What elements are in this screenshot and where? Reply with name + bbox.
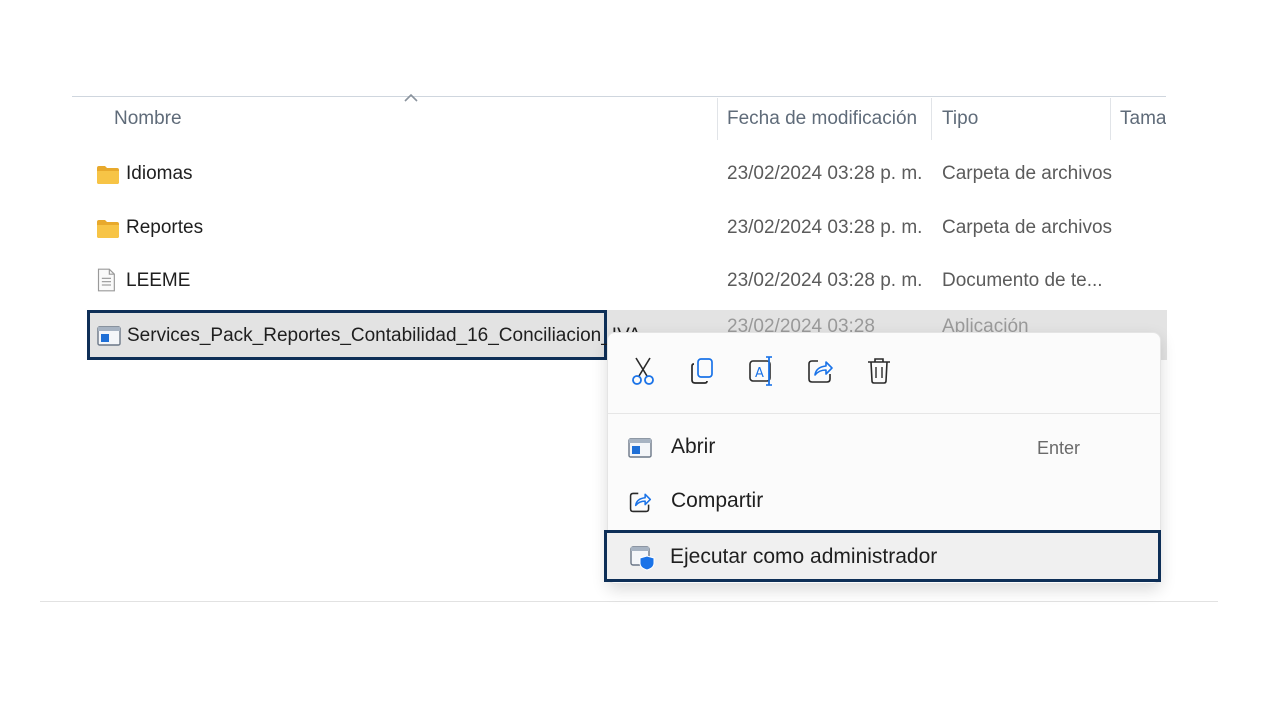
copy-button[interactable] <box>685 353 719 389</box>
rename-icon: A <box>749 356 772 386</box>
column-divider[interactable] <box>931 98 932 140</box>
file-name: Idiomas <box>126 163 193 184</box>
menu-item-open[interactable]: Abrir Enter <box>608 422 1160 474</box>
pane-divider <box>40 601 1218 602</box>
text-document-icon <box>97 268 115 292</box>
menu-item-label: Compartir <box>671 489 764 512</box>
trash-icon <box>868 358 890 384</box>
folder-icon <box>97 166 119 184</box>
svg-text:A: A <box>755 366 764 381</box>
file-type: Documento de te... <box>942 270 1103 291</box>
file-date: 23/02/2024 03:28 p. m. <box>727 163 923 184</box>
column-divider[interactable] <box>1110 98 1111 140</box>
file-name: LEEME <box>126 270 191 291</box>
file-date: 23/02/2024 03:28 p. m. <box>727 217 923 238</box>
share-button[interactable] <box>803 353 837 389</box>
application-icon <box>628 438 652 458</box>
menu-separator <box>608 413 1160 414</box>
share-icon <box>808 360 833 383</box>
column-header-name[interactable]: Nombre <box>114 108 182 130</box>
file-name: Reportes <box>126 217 204 238</box>
column-header-type[interactable]: Tipo <box>942 108 978 130</box>
column-header-size[interactable]: Tamaí <box>1120 108 1166 130</box>
cut-button[interactable] <box>626 353 660 389</box>
file-type: Carpeta de archivos <box>942 163 1113 184</box>
file-row[interactable]: Reportes 23/02/2024 03:28 p. m. Carpeta … <box>87 206 1167 252</box>
delete-button[interactable] <box>862 353 896 389</box>
menu-item-label: Ejecutar como administrador <box>670 545 938 568</box>
menu-item-label: Abrir <box>671 435 716 458</box>
file-row[interactable]: LEEME 23/02/2024 03:28 p. m. Documento d… <box>87 259 1167 305</box>
copy-icon <box>691 358 713 384</box>
file-name: Services_Pack_Reportes_Contabilidad_16_C… <box>127 325 642 346</box>
application-icon <box>97 326 121 346</box>
column-header-date[interactable]: Fecha de modificación <box>727 108 917 130</box>
header-divider <box>72 96 1166 97</box>
shield-app-icon <box>630 546 655 571</box>
menu-item-run-as-admin[interactable]: Ejecutar como administrador <box>604 530 1161 582</box>
rename-button[interactable]: A <box>744 353 778 389</box>
selected-file-highlight[interactable]: Services_Pack_Reportes_Contabilidad_16_C… <box>87 310 641 360</box>
column-divider[interactable] <box>717 98 718 140</box>
share-icon <box>629 492 652 513</box>
menu-item-shortcut: Enter <box>1036 438 1080 458</box>
scissors-icon <box>632 357 654 385</box>
folder-icon <box>97 220 119 238</box>
sort-ascending-icon[interactable] <box>404 94 418 102</box>
file-explorer: Nombre Fecha de modificación Tipo Tamaí … <box>0 0 1280 720</box>
file-row[interactable]: Idiomas 23/02/2024 03:28 p. m. Carpeta d… <box>87 152 1167 198</box>
menu-item-share[interactable]: Compartir <box>608 476 1160 528</box>
file-date: 23/02/2024 03:28 p. m. <box>727 270 923 291</box>
file-type: Carpeta de archivos <box>942 217 1113 238</box>
